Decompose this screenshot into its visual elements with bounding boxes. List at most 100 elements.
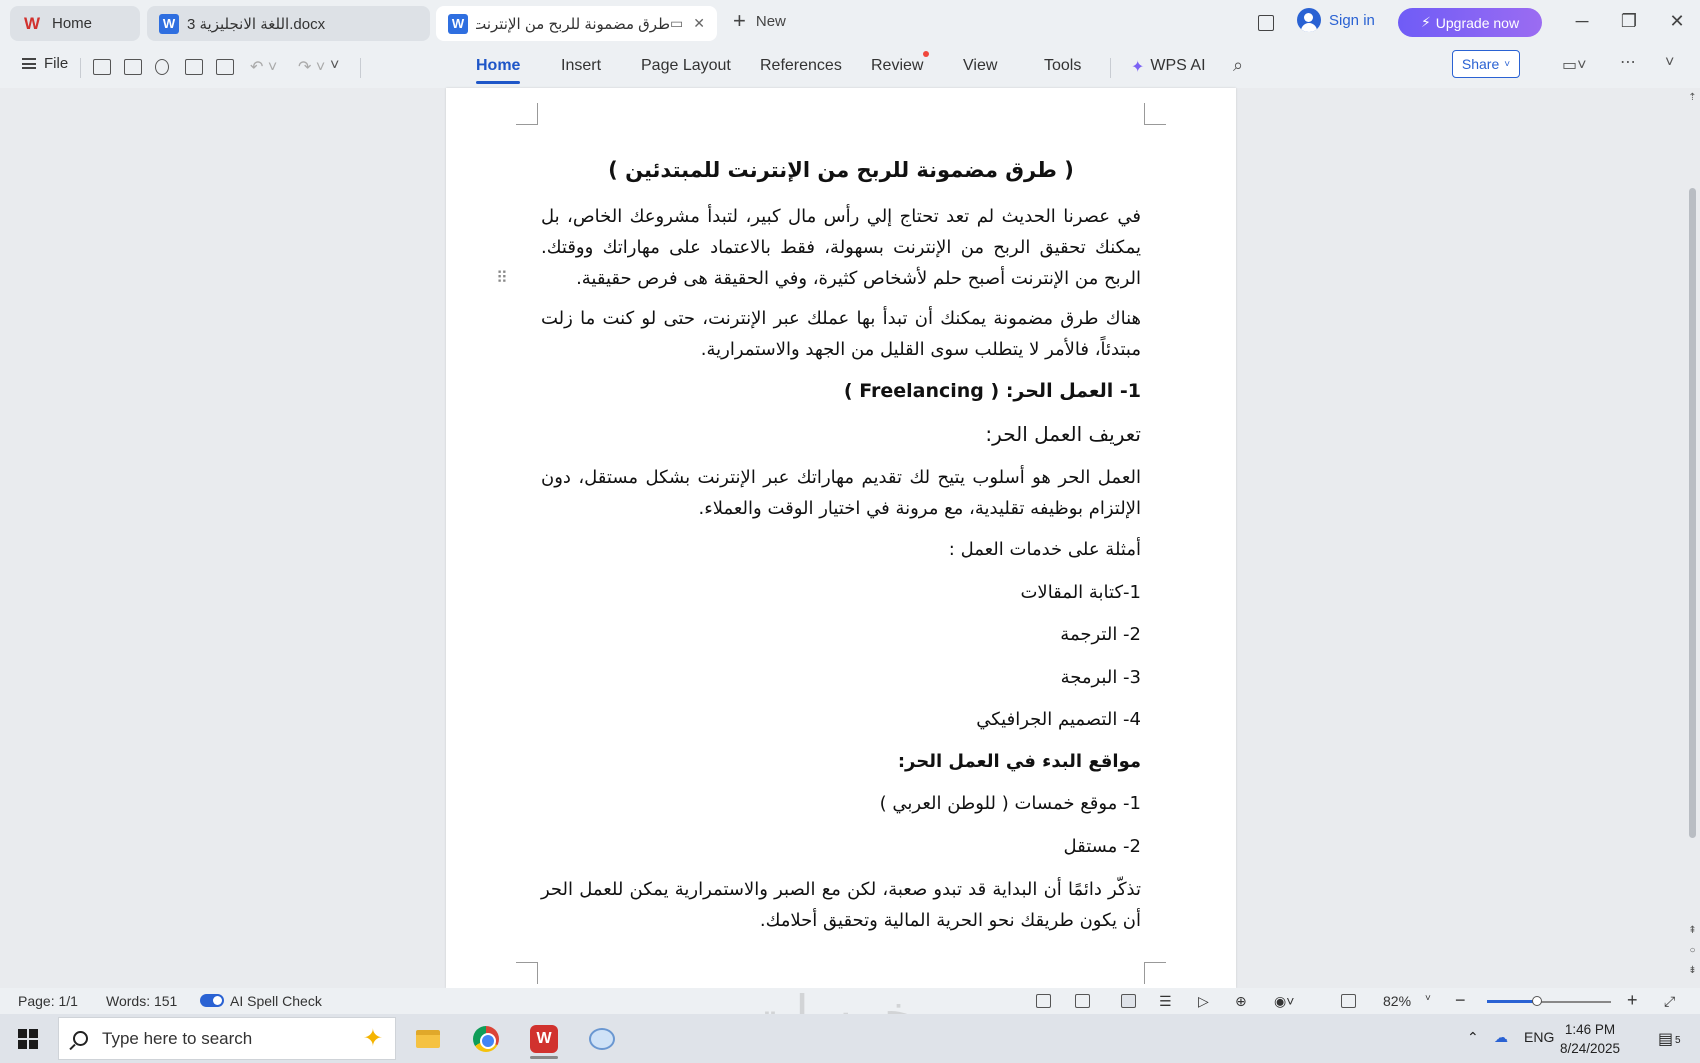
new-tab-button[interactable]: + New: [733, 10, 786, 32]
undo-icon[interactable]: ↶ ˅: [250, 57, 277, 77]
minimize-icon[interactable]: ─: [1567, 11, 1597, 32]
sites-heading[interactable]: مواقع البدء في العمل الحر:: [541, 751, 1141, 772]
spell-check-label: AI Spell Check: [230, 993, 322, 1009]
chevron-up-icon[interactable]: ⌃: [1467, 1029, 1479, 1046]
list-item[interactable]: 1-كتابة المقالات: [541, 582, 1141, 603]
title-bar: W Home W اللغة الانجليزية 3.docx W طرق م…: [0, 0, 1700, 46]
tab-references[interactable]: References: [760, 57, 842, 75]
zoom-level[interactable]: 82%: [1383, 993, 1411, 1009]
ribbon-toolbar: File ↶ ˅ ↷ ˅ ˅ Home Insert Page Layout R…: [0, 46, 1700, 88]
select-browse-icon[interactable]: ○: [1685, 945, 1700, 956]
close-tab-icon[interactable]: ✕: [693, 15, 705, 32]
play-icon[interactable]: ▷: [1198, 993, 1209, 1010]
onedrive-icon[interactable]: ☁: [1494, 1029, 1508, 1046]
tab-wps-ai[interactable]: ✦ WPS AI: [1131, 57, 1206, 77]
comment-icon[interactable]: ▭˅: [1562, 55, 1586, 75]
divider: [1110, 58, 1111, 78]
list-item[interactable]: 2- الترجمة: [541, 624, 1141, 645]
examples-heading[interactable]: أمثلة على خدمات العمل :: [541, 539, 1141, 560]
list-item[interactable]: 3- البرمجة: [541, 667, 1141, 688]
intro-paragraph-2[interactable]: هناك طرق مضمونة يمكنك أن تبدأ بها عملك ع…: [541, 303, 1141, 365]
vertical-scrollbar[interactable]: [1685, 88, 1700, 988]
scroll-up-icon[interactable]: ⇡: [1685, 92, 1700, 103]
tab-review[interactable]: Review: [871, 57, 923, 75]
restore-window-icon[interactable]: ❐: [1614, 11, 1644, 32]
tab-view[interactable]: View: [963, 57, 997, 75]
margin-corner: [516, 962, 538, 984]
zoom-out-icon[interactable]: −: [1455, 990, 1466, 1011]
word-count[interactable]: Words: 151: [106, 993, 177, 1009]
menu-icon: [22, 58, 36, 69]
open-folder-icon[interactable]: [93, 59, 111, 75]
zoom-in-icon[interactable]: +: [1627, 990, 1638, 1011]
list-item[interactable]: 4- التصميم الجرافيكي: [541, 709, 1141, 730]
taskbar-clock[interactable]: 1:46 PM 8/24/2025: [1560, 1020, 1620, 1058]
format-painter-icon[interactable]: [155, 59, 169, 75]
print-preview-icon[interactable]: [216, 59, 234, 75]
drag-handle-icon[interactable]: ⠿: [496, 268, 509, 288]
list-item[interactable]: 1- موقع خمسات ( للوطن العربي ): [541, 793, 1141, 814]
globe-icon[interactable]: ⊕: [1235, 993, 1247, 1010]
margin-corner: [1144, 962, 1166, 984]
file-menu-button[interactable]: File: [22, 55, 68, 72]
tab-page-layout[interactable]: Page Layout: [641, 57, 731, 75]
notification-dot: [923, 51, 929, 57]
zoom-slider-handle[interactable]: [1531, 996, 1542, 1006]
more-icon[interactable]: ⋯: [1620, 52, 1636, 72]
definition-paragraph[interactable]: العمل الحر هو أسلوب يتيح لك تقديم مهارات…: [541, 462, 1141, 524]
document-page[interactable]: ⠿ ( طرق مضمونة للربح من الإنترنت للمبتدئ…: [446, 88, 1236, 988]
collapse-ribbon-icon[interactable]: ˅: [1665, 54, 1674, 72]
file-explorer-icon[interactable]: [400, 1018, 456, 1059]
list-item[interactable]: 2- مستقل: [541, 836, 1141, 857]
wps-office-icon[interactable]: W: [516, 1018, 572, 1059]
tab-english-doc[interactable]: W اللغة الانجليزية 3.docx: [147, 6, 430, 41]
redo-icon[interactable]: ↷ ˅: [298, 57, 325, 77]
prev-page-icon[interactable]: ⇞: [1685, 925, 1700, 936]
definition-heading[interactable]: تعريف العمل الحر:: [541, 422, 1141, 446]
margin-corner: [516, 103, 538, 125]
close-window-icon[interactable]: ✕: [1662, 11, 1692, 32]
tab-home[interactable]: W Home: [10, 6, 140, 41]
search-icon: [73, 1031, 88, 1046]
divider: [80, 58, 81, 78]
share-button[interactable]: Share ˅: [1452, 50, 1520, 78]
section-heading[interactable]: 1- العمل الحر: ( Freelancing ): [541, 380, 1141, 402]
scrollbar-thumb[interactable]: [1689, 188, 1696, 838]
upgrade-button[interactable]: ⚡ Upgrade now: [1398, 8, 1542, 37]
print-icon[interactable]: [185, 59, 203, 75]
divider: [360, 58, 361, 78]
next-page-icon[interactable]: ⇟: [1685, 965, 1700, 976]
chevron-down-icon[interactable]: ˅: [330, 57, 339, 75]
tab-insert[interactable]: Insert: [561, 57, 601, 75]
save-icon[interactable]: [124, 59, 142, 75]
monitor-icon[interactable]: ▭: [670, 15, 683, 32]
document-title[interactable]: ( طرق مضمونة للربح من الإنترنت للمبتدئين…: [521, 158, 1161, 182]
chrome-icon[interactable]: [458, 1018, 514, 1059]
closing-paragraph[interactable]: تذكّر دائمًا أن البداية قد تبدو صعبة، لك…: [541, 874, 1141, 936]
outline-icon[interactable]: [1075, 994, 1090, 1008]
tab-home-ribbon[interactable]: Home: [476, 57, 521, 84]
notifications-icon[interactable]: ▤: [1658, 1029, 1673, 1049]
tab-current-doc[interactable]: W طرق مضمونة للربح من الإنترنت للمبتدئين…: [436, 6, 717, 41]
paint-icon[interactable]: [574, 1018, 630, 1059]
spell-check-toggle[interactable]: [200, 994, 224, 1007]
eye-icon[interactable]: ◉˅: [1274, 993, 1294, 1010]
reading-mode-icon[interactable]: [1036, 994, 1051, 1008]
tab-tools[interactable]: Tools: [1044, 57, 1081, 75]
intro-paragraph[interactable]: في عصرنا الحديث لم تعد تحتاج إلي رأس مال…: [541, 201, 1141, 294]
sign-in-button[interactable]: Sign in: [1297, 8, 1375, 32]
window-list-icon[interactable]: [1258, 15, 1274, 31]
language-indicator[interactable]: ENG: [1524, 1029, 1554, 1045]
page-indicator[interactable]: Page: 1/1: [18, 993, 78, 1009]
page-view-icon[interactable]: [1121, 994, 1136, 1008]
taskbar-search[interactable]: Type here to search ✦: [58, 1017, 396, 1060]
fit-page-icon[interactable]: [1341, 994, 1356, 1008]
fullscreen-icon[interactable]: ⤢: [1664, 993, 1675, 1010]
windows-start-icon[interactable]: [18, 1029, 38, 1049]
chevron-down-icon[interactable]: ˅: [1425, 993, 1431, 1004]
wps-logo-icon: W: [23, 13, 41, 33]
plus-icon: +: [733, 8, 746, 33]
user-icon: [1297, 8, 1321, 32]
search-icon[interactable]: ⌕: [1233, 55, 1243, 76]
web-layout-icon[interactable]: ☰: [1159, 993, 1172, 1010]
